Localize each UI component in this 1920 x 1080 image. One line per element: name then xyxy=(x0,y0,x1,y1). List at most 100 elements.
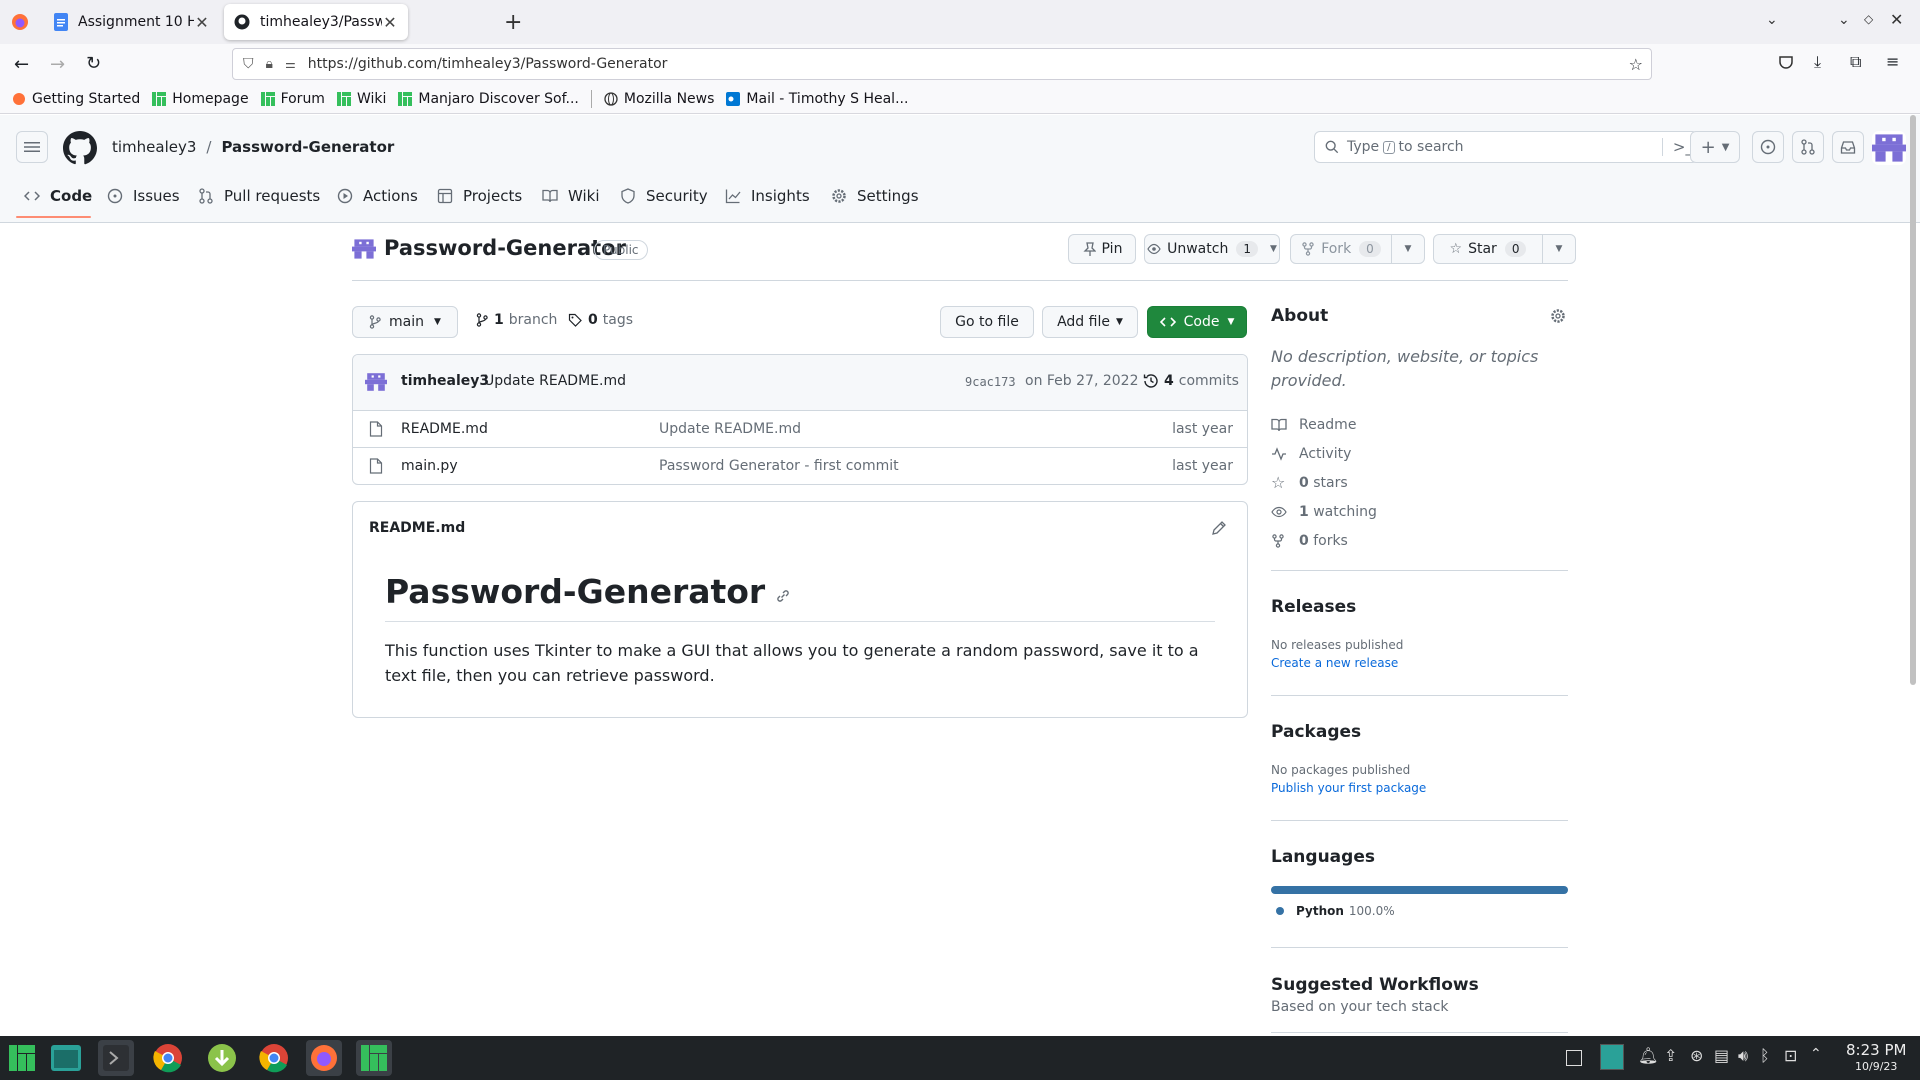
commits-link[interactable]: 4 commits xyxy=(1143,373,1239,389)
tab-pull-requests[interactable]: Pull requests xyxy=(198,178,320,214)
close-window-icon[interactable]: ✕ xyxy=(1890,10,1903,29)
tab-settings[interactable]: Settings xyxy=(831,178,919,214)
pencil-icon[interactable] xyxy=(1211,520,1227,536)
file-commit-message[interactable]: Password Generator - first commit xyxy=(659,458,899,474)
clock-time[interactable]: 8:23 PM xyxy=(1846,1041,1906,1059)
publish-package-link[interactable]: Publish your first package xyxy=(1271,781,1426,795)
lock-icon[interactable]: 🔒︎ xyxy=(266,56,273,72)
tab-actions[interactable]: Actions xyxy=(337,178,418,214)
bluetooth-icon[interactable]: ᛒ xyxy=(1760,1046,1770,1065)
terminal-icon[interactable] xyxy=(98,1040,134,1076)
url-bar[interactable]: ⛉ 🔒︎ ⚌ https://github.com/timhealey3/Pas… xyxy=(232,48,1652,80)
tray-expand-icon[interactable]: ⌃ xyxy=(1810,1046,1822,1062)
fork-button[interactable]: Fork 0 xyxy=(1290,234,1392,264)
extensions-icon[interactable]: ⧉ xyxy=(1850,52,1861,72)
unwatch-button[interactable]: Unwatch 1 ▼ xyxy=(1144,234,1280,264)
new-tab-icon[interactable]: + xyxy=(504,10,522,35)
back-arrow-icon[interactable]: ← xyxy=(14,54,29,75)
about-stars-link[interactable]: ☆ 0 stars xyxy=(1271,468,1377,497)
branches-link[interactable]: 1 branch xyxy=(476,312,557,328)
inbox-button[interactable] xyxy=(1832,131,1864,163)
notifications-icon[interactable]: 🔔︎ xyxy=(1638,1046,1658,1065)
commit-author-avatar[interactable] xyxy=(365,371,387,393)
create-release-link[interactable]: Create a new release xyxy=(1271,656,1398,670)
create-new-button[interactable]: + ▼ xyxy=(1690,131,1740,163)
bookmark-forum[interactable]: Forum xyxy=(260,91,325,107)
file-name[interactable]: main.py xyxy=(401,458,458,474)
tab-insights[interactable]: Insights xyxy=(725,178,810,214)
chrome-icon[interactable] xyxy=(256,1040,292,1076)
clipboard-icon[interactable]: ▤ xyxy=(1714,1046,1729,1065)
about-activity-link[interactable]: Activity xyxy=(1271,439,1377,468)
avatar[interactable] xyxy=(1872,131,1906,165)
bookmark-mail[interactable]: Mail - Timothy S Heal... xyxy=(726,91,908,107)
tracking-shield-icon[interactable]: ⛉ xyxy=(243,56,254,72)
tab-security[interactable]: Security xyxy=(620,178,708,214)
bookmark-mozilla-news[interactable]: Mozilla News xyxy=(604,91,714,107)
minimize-window-icon[interactable]: ⌄ xyxy=(1838,12,1850,28)
page-scrollbar[interactable] xyxy=(1910,115,1916,685)
commit-message[interactable]: Update README.md xyxy=(484,373,626,389)
workspace-pager[interactable] xyxy=(1600,1044,1624,1070)
go-to-file-button[interactable]: Go to file xyxy=(940,306,1034,338)
about-forks-link[interactable]: 0 forks xyxy=(1271,526,1377,555)
language-item[interactable]: Python 100.0% xyxy=(1276,904,1395,918)
breadcrumb-repo[interactable]: Password-Generator xyxy=(221,138,394,156)
gear-icon[interactable] xyxy=(1550,308,1566,324)
hamburger-icon[interactable] xyxy=(16,131,48,163)
updates-icon[interactable]: ⇪ xyxy=(1664,1046,1677,1065)
file-manager-icon[interactable] xyxy=(48,1040,84,1076)
add-file-button[interactable]: Add file ▼ xyxy=(1042,306,1138,338)
pocket-icon[interactable] xyxy=(1778,54,1794,70)
manjaro-app-icon[interactable] xyxy=(356,1040,392,1076)
tab-list-chevron-icon[interactable]: ⌄ xyxy=(1766,12,1778,28)
table-row[interactable]: README.md Update README.md last year xyxy=(353,411,1247,448)
browser-tab-github[interactable]: timhealey3/Password-Gen ✕ xyxy=(224,4,408,40)
tab-code[interactable]: Code xyxy=(24,178,92,214)
hamburger-menu-icon[interactable]: ≡ xyxy=(1886,52,1899,71)
fork-dropdown-button[interactable]: ▼ xyxy=(1391,234,1425,264)
commit-sha[interactable]: 9cac173 xyxy=(965,375,1016,389)
network-icon[interactable]: ⊡ xyxy=(1784,1046,1797,1065)
close-tab-icon[interactable]: ✕ xyxy=(194,13,210,32)
url-text[interactable]: https://github.com/timhealey3/Password-G… xyxy=(308,56,668,72)
volume-icon[interactable]: 🔊︎ xyxy=(1738,1046,1748,1066)
bookmark-homepage[interactable]: Homepage xyxy=(152,91,249,107)
bookmark-star-icon[interactable]: ☆ xyxy=(1629,55,1643,74)
bookmark-manjaro-discover[interactable]: Manjaro Discover Sof... xyxy=(398,91,579,107)
firefox-menu-icon[interactable] xyxy=(10,12,30,32)
tab-issues[interactable]: Issues xyxy=(107,178,180,214)
file-commit-message[interactable]: Update README.md xyxy=(659,421,801,437)
close-tab-icon[interactable]: ✕ xyxy=(382,13,398,32)
breadcrumb-owner[interactable]: timhealey3 xyxy=(112,138,196,156)
maximize-window-icon[interactable]: ◇ xyxy=(1864,12,1873,26)
table-row[interactable]: main.py Password Generator - first commi… xyxy=(353,448,1247,484)
downloader-icon[interactable] xyxy=(204,1040,240,1076)
packages-title[interactable]: Packages xyxy=(1271,722,1361,742)
anchor-link-icon[interactable] xyxy=(775,588,791,604)
about-readme-link[interactable]: Readme xyxy=(1271,410,1377,439)
forward-arrow-icon[interactable]: → xyxy=(50,54,65,75)
file-name[interactable]: README.md xyxy=(401,421,488,437)
firefox-icon[interactable] xyxy=(306,1040,342,1076)
tab-wiki[interactable]: Wiki xyxy=(542,178,600,214)
code-button[interactable]: Code ▼ xyxy=(1147,306,1247,338)
permissions-icon[interactable]: ⚌ xyxy=(285,57,296,71)
reload-icon[interactable]: ↻ xyxy=(86,53,101,74)
command-palette-icon[interactable]: >_ xyxy=(1661,138,1693,156)
issues-button[interactable] xyxy=(1752,131,1784,163)
commit-author[interactable]: timhealey3 xyxy=(401,373,489,389)
bookmark-getting-started[interactable]: Getting Started xyxy=(12,91,140,107)
vault-icon[interactable]: ⊛ xyxy=(1690,1046,1703,1065)
pull-requests-button[interactable] xyxy=(1792,131,1824,163)
clock-date[interactable]: 10/9/23 xyxy=(1855,1060,1897,1073)
downloads-icon[interactable]: ⤓ xyxy=(1814,52,1821,72)
pin-button[interactable]: Pin xyxy=(1068,234,1136,264)
bookmark-wiki[interactable]: Wiki xyxy=(336,91,386,107)
branch-select-button[interactable]: main ▼ xyxy=(352,306,458,338)
star-button[interactable]: ☆ Star 0 xyxy=(1433,234,1543,264)
star-dropdown-button[interactable]: ▼ xyxy=(1542,234,1576,264)
browser-tab-docs[interactable]: Assignment 10 Healey - Go ✕ xyxy=(44,4,220,40)
releases-title[interactable]: Releases xyxy=(1271,597,1356,617)
repo-title[interactable]: Password-Generator xyxy=(384,236,626,260)
